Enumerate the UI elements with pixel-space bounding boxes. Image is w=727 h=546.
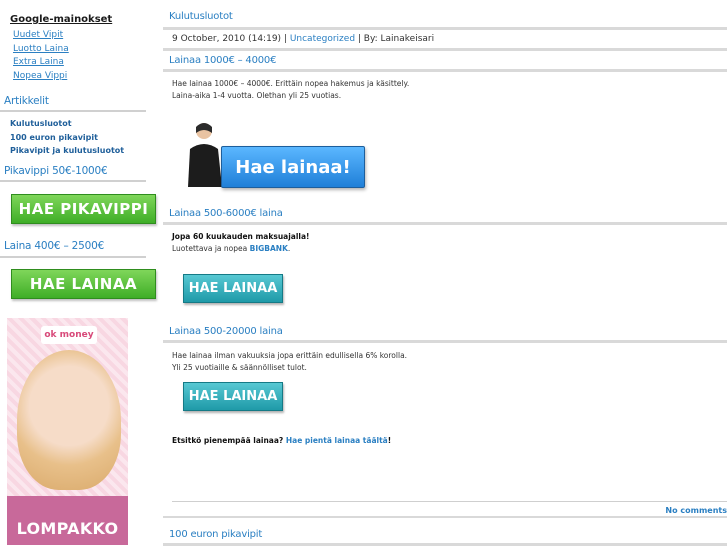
divider <box>0 180 146 182</box>
section2-line2: Luotettava ja nopea BIGBANK. <box>172 244 291 253</box>
hae-lainaa-button-3[interactable]: HAE LAINAA <box>183 382 283 411</box>
section1-line2: Laina-aika 1-4 vuotta. Olethan yli 25 vu… <box>172 91 342 100</box>
divider <box>163 340 727 343</box>
section3-title[interactable]: Lainaa 500-20000 laina <box>169 326 283 337</box>
section2-title[interactable]: Lainaa 500-6000€ laina <box>169 208 283 219</box>
articles-list: Kulutusluotot 100 euron pikavipit Pikavi… <box>10 117 124 158</box>
divider <box>163 27 727 30</box>
post-title[interactable]: Kulutusluotot <box>169 11 233 22</box>
small-loan-question: Etsitkö pienempää lainaa? <box>172 436 286 445</box>
section3-body: Hae lainaa ilman vakuuksia jopa erittäin… <box>172 350 407 374</box>
articles-title: Artikkelit <box>4 95 49 107</box>
banner-lompakko-text: LOMPAKKO <box>16 519 119 538</box>
ad-link-extra-laina[interactable]: Extra Laina <box>13 56 69 70</box>
divider <box>163 516 727 518</box>
okmoney-banner-ad[interactable]: ok money LOMPAKKO <box>7 318 128 545</box>
bigbank-link[interactable]: BIGBANK <box>250 244 288 253</box>
google-ads-heading: Google-mainokset <box>10 14 113 25</box>
person-image <box>188 123 222 187</box>
article-link-100-euron-pikavipit[interactable]: 100 euron pikavipit <box>10 131 124 145</box>
section3-line1: Hae lainaa ilman vakuuksia jopa erittäin… <box>172 351 408 360</box>
hae-pikavippi-button[interactable]: HAE PIKAVIPPI <box>11 194 156 224</box>
post-date: 9 October, 2010 (14:19) | <box>172 34 290 44</box>
ad-link-nopea-vippi[interactable]: Nopea Vippi <box>13 70 69 84</box>
post-author: | By: Lainakeisari <box>355 34 435 44</box>
hae-lainaa-button-2[interactable]: HAE LAINAA <box>183 274 283 303</box>
post-meta: 9 October, 2010 (14:19) | Uncategorized … <box>172 34 434 44</box>
ad-link-luotto-laina[interactable]: Luotto Laina <box>13 43 69 57</box>
section1-line1: Hae lainaa 1000€ – 4000€. Erittäin nopea… <box>172 79 410 88</box>
divider <box>163 69 727 72</box>
small-loan-link[interactable]: Hae pientä lainaa täältä <box>286 436 388 445</box>
article-link-pikavipit-ja-kulutusluotot[interactable]: Pikavipit ja kulutusluotot <box>10 144 124 158</box>
category-link[interactable]: Uncategorized <box>290 34 355 44</box>
pikavippi-title: Pikavippi 50€-1000€ <box>4 165 108 177</box>
article-link-kulutusluotot[interactable]: Kulutusluotot <box>10 117 124 131</box>
small-loan-line: Etsitkö pienempää lainaa? Hae pientä lai… <box>172 436 392 445</box>
section1-title[interactable]: Lainaa 1000€ – 4000€ <box>169 55 276 66</box>
section3-line2: Yli 25 vuotiaille & säännölliset tulot. <box>172 363 307 372</box>
section2-body: Jopa 60 kuukauden maksuajalla! Luotettav… <box>172 231 309 255</box>
no-comments-link[interactable]: No comments <box>665 506 727 515</box>
ad-link-uudet-vipit[interactable]: Uudet Vipit <box>13 29 69 43</box>
ad-links: Uudet Vipit Luotto Laina Extra Laina Nop… <box>13 29 69 83</box>
section1-body: Hae lainaa 1000€ – 4000€. Erittäin nopea… <box>172 78 409 102</box>
divider <box>0 110 146 112</box>
banner-woman-image <box>17 350 121 490</box>
hae-lainaa-big-button[interactable]: Hae lainaa! <box>221 146 365 188</box>
okmoney-logo: ok money <box>41 326 97 344</box>
divider <box>163 48 727 51</box>
next-post-title[interactable]: 100 euron pikavipit <box>169 529 262 540</box>
divider <box>163 222 727 225</box>
hae-lainaa-sidebar-button[interactable]: HAE LAINAA <box>11 269 156 299</box>
divider <box>0 256 146 258</box>
divider <box>172 501 727 502</box>
laina-title: Laina 400€ – 2500€ <box>4 240 105 252</box>
section2-line1: Jopa 60 kuukauden maksuajalla! <box>172 232 310 241</box>
